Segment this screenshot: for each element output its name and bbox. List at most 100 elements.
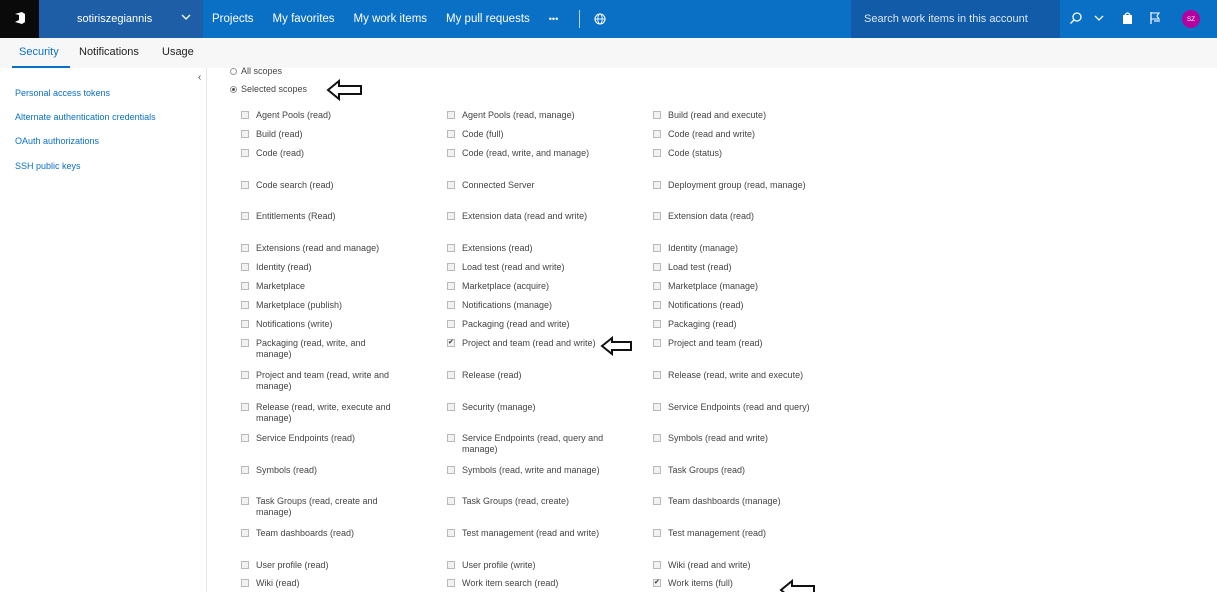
scope-checkbox[interactable] <box>447 149 455 157</box>
scope-option[interactable]: Code (read, write, and manage) <box>447 148 607 159</box>
scope-option[interactable]: Service Endpoints (read, query and manag… <box>447 433 607 455</box>
scope-option[interactable]: Team dashboards (read) <box>241 528 401 539</box>
scope-checkbox[interactable] <box>241 282 249 290</box>
radio-all-scopes[interactable]: All scopes <box>230 66 282 76</box>
scope-option[interactable]: Identity (manage) <box>653 243 813 254</box>
scope-option[interactable]: Connected Server <box>447 180 607 191</box>
scope-checkbox[interactable] <box>447 244 455 252</box>
scope-option[interactable]: Notifications (read) <box>653 300 813 311</box>
scope-checkbox[interactable] <box>653 244 661 252</box>
scope-checkbox[interactable] <box>447 320 455 328</box>
scope-option[interactable]: Agent Pools (read, manage) <box>447 110 607 121</box>
scope-checkbox[interactable] <box>447 561 455 569</box>
scope-option[interactable]: Extensions (read and manage) <box>241 243 401 254</box>
scope-option[interactable]: Notifications (write) <box>241 319 401 330</box>
radio-button[interactable] <box>230 85 237 93</box>
scope-checkbox[interactable] <box>653 181 661 189</box>
scope-checkbox[interactable] <box>241 371 249 379</box>
scope-checkbox[interactable] <box>241 149 249 157</box>
scope-checkbox[interactable] <box>447 529 455 537</box>
scope-checkbox[interactable] <box>241 111 249 119</box>
scope-checkbox[interactable] <box>241 130 249 138</box>
scope-checkbox[interactable] <box>447 263 455 271</box>
scope-checkbox[interactable] <box>241 339 249 347</box>
brand-logo[interactable] <box>0 0 39 38</box>
scope-checkbox[interactable] <box>447 282 455 290</box>
scope-checkbox[interactable] <box>653 529 661 537</box>
scope-option[interactable]: Code (status) <box>653 148 813 159</box>
radio-button[interactable] <box>230 67 237 75</box>
scope-option[interactable]: Marketplace <box>241 281 401 292</box>
nav-my-work-items[interactable]: My work items <box>354 13 427 25</box>
scope-option[interactable]: Project and team (read) <box>653 338 813 349</box>
sidebar-item-oauth-authorizations[interactable]: OAuth authorizations <box>15 136 99 146</box>
scope-checkbox[interactable] <box>653 149 661 157</box>
flag-icon[interactable] <box>1148 11 1162 27</box>
scope-option[interactable]: Wiki (read) <box>241 578 401 589</box>
scope-checkbox[interactable] <box>447 371 455 379</box>
scope-checkbox[interactable] <box>241 497 249 505</box>
search-scope-chevron-icon[interactable] <box>1094 13 1104 25</box>
scope-checkbox[interactable] <box>241 434 249 442</box>
scope-checkbox[interactable] <box>653 561 661 569</box>
scope-checkbox[interactable] <box>241 579 249 587</box>
scope-checkbox[interactable] <box>447 111 455 119</box>
scope-option[interactable]: Extensions (read) <box>447 243 607 254</box>
scope-option[interactable]: Project and team (read and write) <box>447 337 607 349</box>
nav-more[interactable]: ••• <box>549 14 558 24</box>
bag-icon[interactable] <box>1121 11 1134 27</box>
scope-option[interactable]: Identity (read) <box>241 262 401 273</box>
scope-option[interactable]: Wiki (read and write) <box>653 560 813 571</box>
scope-checkbox[interactable] <box>241 529 249 537</box>
scope-checkbox[interactable] <box>653 434 661 442</box>
radio-selected-scopes[interactable]: Selected scopes <box>230 84 307 94</box>
scope-option[interactable]: Notifications (manage) <box>447 300 607 311</box>
scope-checkbox[interactable] <box>653 371 661 379</box>
scope-option[interactable]: Service Endpoints (read and query) <box>653 402 813 413</box>
scope-option[interactable]: Extension data (read and write) <box>447 211 607 222</box>
scope-checkbox[interactable] <box>241 561 249 569</box>
scope-option[interactable]: Load test (read) <box>653 262 813 273</box>
nav-my-pull-requests[interactable]: My pull requests <box>446 13 530 25</box>
scope-option[interactable]: User profile (read) <box>241 560 401 571</box>
scope-option[interactable]: Release (read) <box>447 370 607 381</box>
account-switcher[interactable]: sotiriszegiannis <box>39 0 203 38</box>
scope-checkbox[interactable] <box>241 466 249 474</box>
scope-checkbox[interactable] <box>653 282 661 290</box>
scope-option[interactable]: Code (read) <box>241 148 401 159</box>
scope-checkbox[interactable] <box>447 181 455 189</box>
scope-option[interactable]: Symbols (read) <box>241 465 401 476</box>
sidebar-item-personal-access-tokens[interactable]: Personal access tokens <box>15 88 110 98</box>
scope-checkbox[interactable] <box>653 301 661 309</box>
scope-option[interactable]: Packaging (read and write) <box>447 319 607 330</box>
scope-option[interactable]: Test management (read and write) <box>447 528 607 539</box>
scope-checkbox[interactable] <box>241 244 249 252</box>
globe-icon[interactable] <box>594 13 606 25</box>
scope-option[interactable]: Entitlements (Read) <box>241 211 401 222</box>
scope-option[interactable]: Service Endpoints (read) <box>241 433 401 444</box>
scope-option[interactable]: Marketplace (acquire) <box>447 281 607 292</box>
tab-notifications[interactable]: Notifications <box>79 46 139 58</box>
scope-checkbox[interactable] <box>447 403 455 411</box>
scope-checkbox[interactable] <box>653 130 661 138</box>
scope-option[interactable]: Packaging (read) <box>653 319 813 330</box>
scope-option[interactable]: Deployment group (read, manage) <box>653 180 813 191</box>
tab-usage[interactable]: Usage <box>162 46 194 58</box>
scope-option[interactable]: Build (read) <box>241 129 401 140</box>
sidebar-item-ssh-public-keys[interactable]: SSH public keys <box>15 161 81 171</box>
scope-checkbox[interactable] <box>241 181 249 189</box>
scope-checkbox[interactable] <box>653 497 661 505</box>
scope-option[interactable]: Symbols (read and write) <box>653 433 813 444</box>
sidebar-item-alternate-credentials[interactable]: Alternate authentication credentials <box>15 112 156 122</box>
scope-checkbox[interactable] <box>241 212 249 220</box>
scope-option[interactable]: Team dashboards (manage) <box>653 496 813 507</box>
scope-option[interactable]: Agent Pools (read) <box>241 110 401 121</box>
scope-checkbox[interactable] <box>447 130 455 138</box>
scope-checkbox[interactable] <box>653 111 661 119</box>
scope-option[interactable]: Task Groups (read, create) <box>447 496 607 507</box>
scope-checkbox[interactable] <box>447 434 455 442</box>
scope-checkbox[interactable] <box>653 403 661 411</box>
scope-option[interactable]: Packaging (read, write, and manage) <box>241 338 401 360</box>
scope-option[interactable]: Work item search (read) <box>447 578 607 589</box>
scope-option[interactable]: Build (read and execute) <box>653 110 813 121</box>
